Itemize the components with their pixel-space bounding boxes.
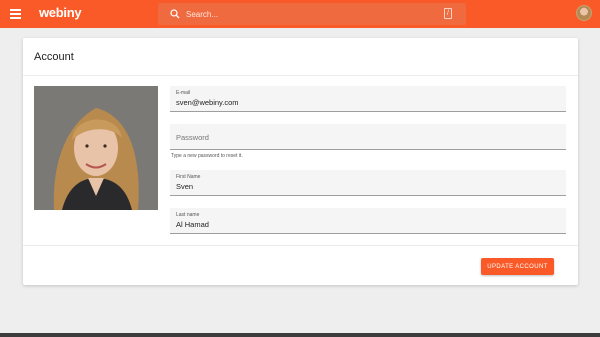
- footer-divider: [23, 245, 578, 246]
- update-account-button[interactable]: UPDATE ACCOUNT: [481, 258, 554, 275]
- webiny-logo[interactable]: webiny: [39, 5, 82, 20]
- password-helper-text: Type a new password to reset it.: [171, 153, 243, 159]
- email-input[interactable]: [176, 98, 556, 107]
- account-card: Account E-mail Password Type a new passw…: [23, 38, 578, 285]
- bottom-edge: [0, 333, 600, 337]
- last-name-field[interactable]: Last name: [170, 208, 566, 234]
- first-name-field[interactable]: First Name: [170, 170, 566, 196]
- slash-key-icon: /: [444, 8, 452, 19]
- title-divider: [23, 75, 578, 76]
- search-bar[interactable]: /: [158, 3, 466, 25]
- email-field[interactable]: E-mail: [170, 86, 566, 112]
- password-field[interactable]: Password: [170, 124, 566, 150]
- logo-text: webiny: [39, 5, 82, 20]
- password-placeholder: Password: [176, 133, 209, 142]
- user-avatar[interactable]: [576, 5, 592, 21]
- first-name-label: First Name: [176, 174, 201, 180]
- top-app-bar: webiny /: [0, 0, 600, 28]
- search-icon: [170, 9, 180, 19]
- first-name-input[interactable]: [176, 182, 556, 191]
- email-label: E-mail: [176, 90, 191, 96]
- profile-photo[interactable]: [34, 86, 158, 210]
- search-input[interactable]: [186, 6, 426, 22]
- last-name-label: Last name: [176, 212, 200, 218]
- last-name-input[interactable]: [176, 220, 556, 229]
- menu-icon[interactable]: [10, 9, 21, 19]
- page-title: Account: [34, 51, 74, 63]
